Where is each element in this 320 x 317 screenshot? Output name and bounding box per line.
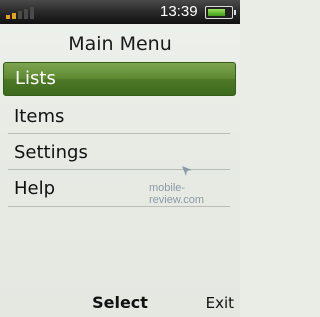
watermark-text: mobile-review.com xyxy=(149,182,205,206)
menu-item-items[interactable]: Items xyxy=(0,99,240,135)
softkey-bar: Select Exit xyxy=(0,289,240,317)
exit-softkey[interactable]: Exit xyxy=(206,289,234,317)
menu-divider xyxy=(8,169,230,170)
watermark-logo-icon xyxy=(182,166,192,176)
menu-divider xyxy=(8,133,230,134)
status-clock: 13:39 xyxy=(160,3,198,20)
signal-strength-icon xyxy=(6,7,34,19)
select-softkey[interactable]: Select xyxy=(0,289,240,317)
menu-divider xyxy=(8,206,230,207)
menu-item-lists[interactable]: Lists xyxy=(3,62,236,96)
battery-level-fill xyxy=(208,9,225,16)
page-title: Main Menu xyxy=(68,33,172,55)
menu-item-settings[interactable]: Settings xyxy=(0,135,240,171)
status-bar: 13:39 xyxy=(0,0,240,24)
phone-screen: 13:39 Main Menu Lists Items Settings Hel… xyxy=(0,0,240,317)
battery-icon xyxy=(205,6,236,19)
